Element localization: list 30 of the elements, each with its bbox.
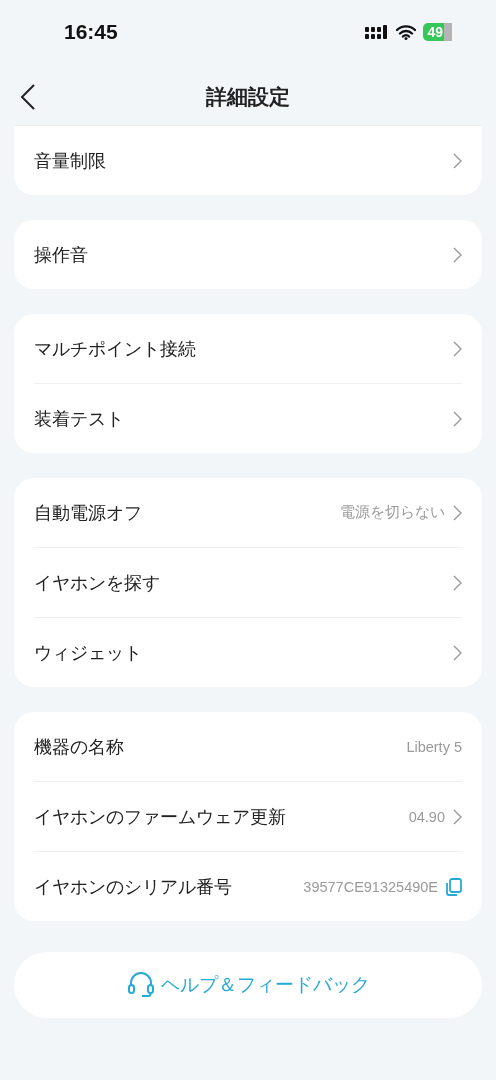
chevron-icon — [453, 574, 462, 591]
back-icon[interactable] — [20, 83, 36, 111]
setting-label[interactable]: イヤホンのファームウェア更新 — [34, 804, 401, 829]
signal-icon — [365, 24, 390, 40]
setting-label[interactable]: 音量制限 — [34, 148, 445, 173]
setting-label[interactable]: 操作音 — [34, 242, 445, 267]
chevron-icon — [453, 152, 462, 169]
setting-label[interactable]: 自動電源オフ — [34, 500, 332, 525]
setting-value: 39577CE91325490E — [303, 878, 438, 895]
chevron-icon — [453, 644, 462, 661]
chevron-icon — [453, 808, 462, 825]
setting-value: Liberty 5 — [406, 738, 462, 755]
battery-level: 49 — [423, 23, 452, 41]
chevron-icon — [453, 504, 462, 521]
headset-icon — [126, 972, 155, 998]
setting-label[interactable]: イヤホンを探す — [34, 570, 445, 595]
chevron-icon — [453, 246, 462, 263]
wifi-icon — [396, 24, 417, 40]
setting-value: 電源を切らない — [340, 503, 445, 522]
setting-label[interactable]: マルチポイント接続 — [34, 336, 445, 361]
setting-label[interactable]: イヤホンのシリアル番号 — [34, 874, 296, 899]
setting-label[interactable]: ウィジェット — [34, 640, 445, 665]
page-title: 詳細設定 — [206, 84, 290, 111]
clock: 16:45 — [64, 20, 119, 44]
chevron-icon — [453, 410, 462, 427]
chevron-icon — [453, 340, 462, 357]
setting-value: 04.90 — [408, 808, 445, 825]
setting-label[interactable]: 機器の名称 — [34, 734, 399, 759]
setting-label[interactable]: 装着テスト — [34, 406, 445, 431]
copy-icon[interactable] — [446, 877, 462, 896]
